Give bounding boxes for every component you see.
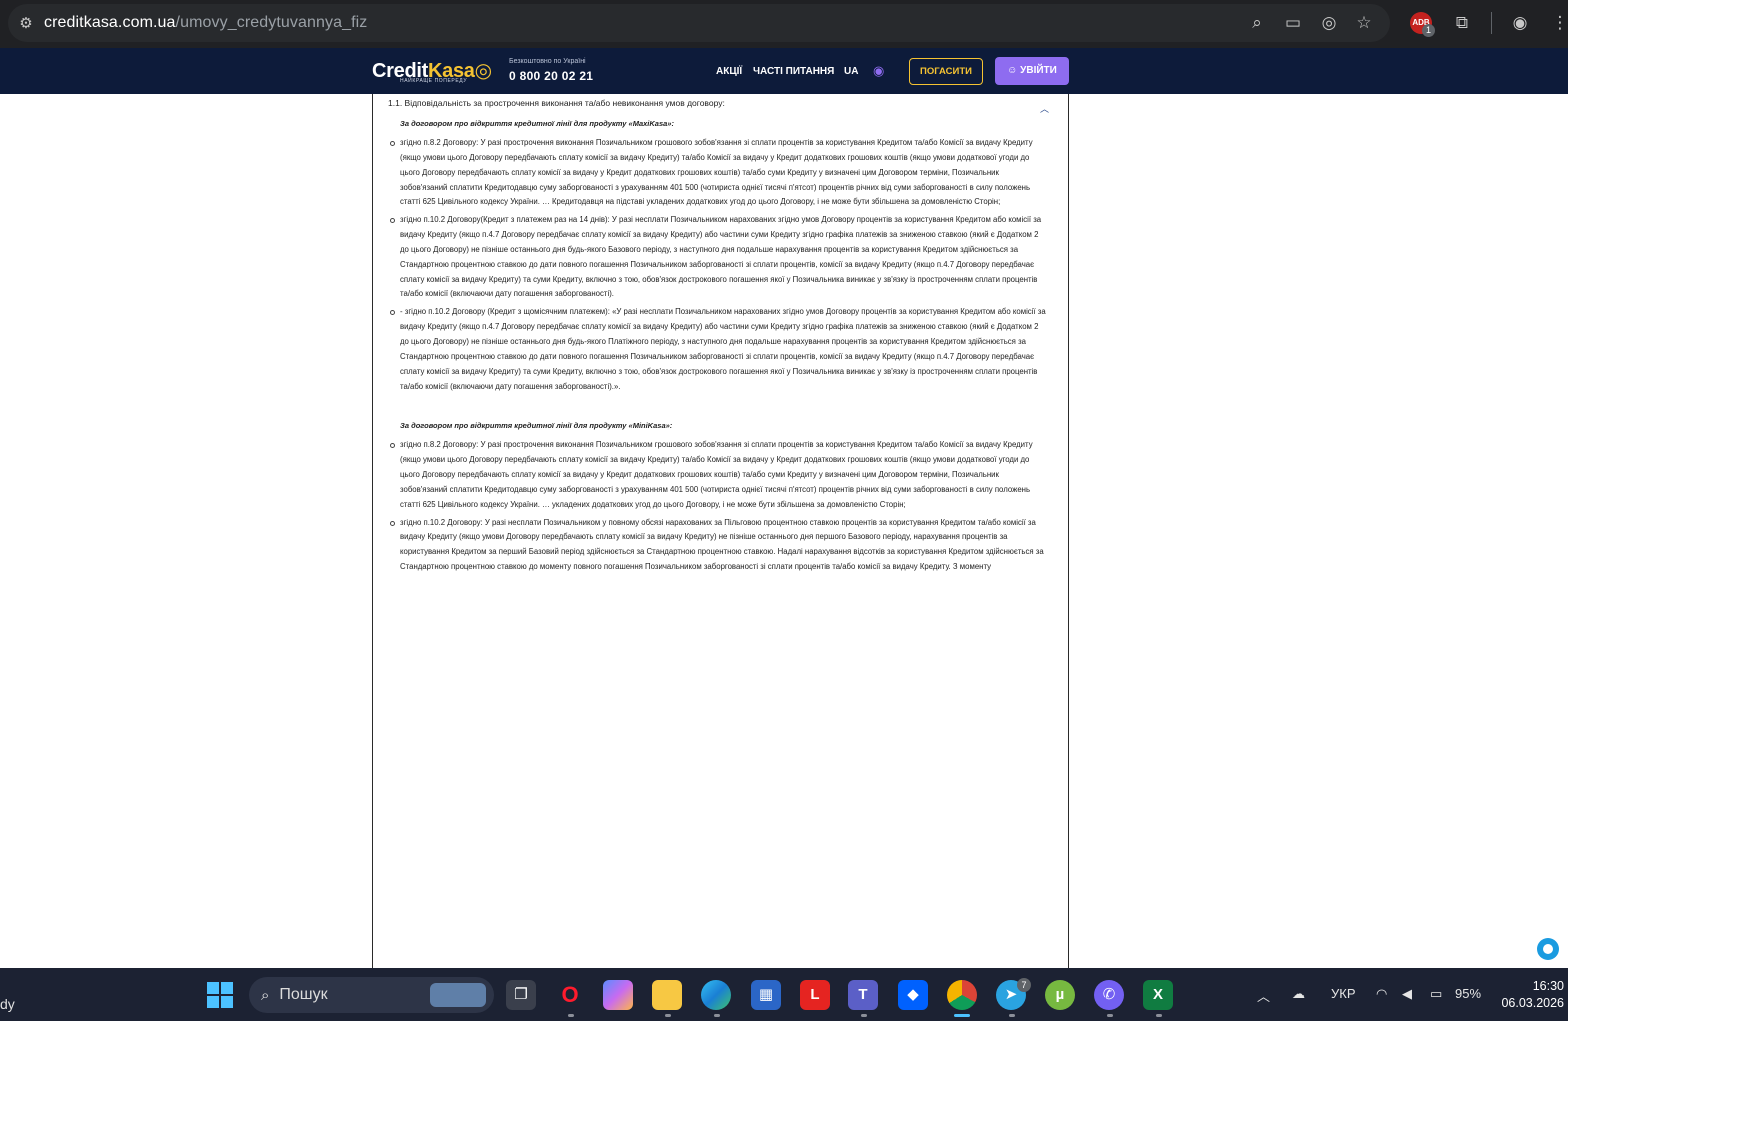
nav-promotions[interactable]: АКЦІЇ — [716, 66, 742, 77]
maxikasa-list: згідно п.8.2 Договору: У разі прострочен… — [388, 136, 1048, 394]
taskbar-indicator — [1009, 1014, 1015, 1017]
pay-button[interactable]: ПОГАСИТИ — [909, 58, 983, 85]
viber-icon[interactable]: ✆ — [1094, 980, 1124, 1010]
nav-faq[interactable]: ЧАСТІ ПИТАННЯ — [753, 66, 834, 77]
language-indicator[interactable]: УКР — [1331, 986, 1356, 1001]
volume-icon[interactable]: ◀ — [1402, 986, 1412, 1002]
phone-number[interactable]: 0 800 20 02 21 — [509, 69, 593, 83]
taskbar-indicator — [861, 1014, 867, 1017]
dropbox-icon[interactable]: ◆ — [898, 980, 928, 1010]
logo-tagline: НАЙКРАЩЕ ПОПЕРЕДУ — [400, 78, 468, 84]
battery-percent: 95% — [1455, 986, 1482, 1001]
utorrent-icon[interactable]: µ — [1045, 980, 1075, 1010]
chat-widget-icon[interactable] — [1537, 938, 1559, 960]
site-info-icon[interactable]: ⚙ — [8, 14, 44, 32]
taskbar-indicator — [568, 1014, 574, 1017]
teams-icon[interactable]: T — [848, 980, 878, 1010]
telegram-badge: 7 — [1017, 978, 1031, 992]
maxikasa-heading: За договором про відкриття кредитної лін… — [400, 119, 674, 128]
taskbar-indicator — [665, 1014, 671, 1017]
url-text[interactable]: creditkasa.com.ua/umovy_credytuvannya_fi… — [44, 14, 367, 32]
taskbar-indicator-active — [954, 1014, 970, 1017]
install-app-icon[interactable]: ▭ — [1281, 11, 1305, 35]
battery-icon[interactable]: ▭ — [1430, 986, 1442, 1002]
opera-icon[interactable]: O — [555, 980, 585, 1010]
taskbar-search[interactable]: ⌕ Пошук — [249, 977, 494, 1013]
excel-icon[interactable]: X — [1143, 980, 1173, 1010]
edge-icon[interactable] — [701, 980, 731, 1010]
browser-toolbar: ⚙ creditkasa.com.ua/umovy_credytuvannya_… — [0, 0, 1569, 48]
user-icon: ☺ — [1007, 65, 1021, 76]
list-item: згідно п.8.2 Договору: У разі прострочен… — [388, 136, 1048, 210]
profile-icon[interactable]: ◉ — [1508, 11, 1532, 35]
phone-label: Безкоштовно по Україні — [509, 58, 586, 65]
eye-slash-icon[interactable]: ◎ — [1317, 11, 1341, 35]
extension-badge-count: 1 — [1422, 24, 1435, 37]
store-icon[interactable]: ▦ — [751, 980, 781, 1010]
taskbar-left-text: dy — [0, 996, 15, 1012]
list-item: згідно п.10.2 Договору: У разі несплати … — [388, 516, 1048, 575]
task-view-icon[interactable]: ❐ — [506, 980, 536, 1010]
accessibility-eye-icon[interactable]: ◉ — [873, 64, 887, 78]
taskbar-indicator — [1107, 1014, 1113, 1017]
zoom-icon[interactable]: ⌕ — [1245, 11, 1269, 35]
minikasa-heading: За договором про відкриття кредитної лін… — [400, 421, 673, 431]
document-frame: ︿ 1.1. Відповідальність за прострочення … — [372, 94, 1069, 968]
minikasa-list: згідно п.8.2 Договору: У разі прострочен… — [388, 438, 1048, 575]
windows-start-icon[interactable] — [207, 982, 233, 1008]
taskbar-indicator — [1156, 1014, 1162, 1017]
list-item: - згідно п.10.2 Договору (Кредит з щоміс… — [388, 305, 1048, 394]
extensions-icon[interactable]: ⧉ — [1450, 11, 1474, 35]
l-app-icon[interactable]: L — [800, 980, 830, 1010]
clock[interactable]: 16:30 06.03.2026 — [1500, 978, 1564, 1012]
taskbar-indicator — [714, 1014, 720, 1017]
chrome-icon[interactable] — [947, 980, 977, 1010]
wifi-icon[interactable]: ◠ — [1376, 986, 1387, 1002]
menu-icon[interactable]: ⋮ — [1548, 11, 1572, 35]
star-icon[interactable]: ☆ — [1352, 11, 1376, 35]
list-item: згідно п.10.2 Договору(Кредит з платежем… — [388, 213, 1048, 302]
file-explorer-icon[interactable] — [652, 980, 682, 1010]
search-highlight-image — [430, 983, 486, 1007]
list-item: згідно п.8.2 Договору: У разі прострочен… — [388, 438, 1048, 512]
nav-language[interactable]: UA — [844, 66, 858, 77]
search-icon: ⌕ — [261, 986, 270, 1004]
chevron-up-icon[interactable]: ︿ — [1257, 986, 1270, 1005]
cloud-icon[interactable]: ☁ — [1292, 986, 1305, 1002]
address-bar[interactable]: ⚙ creditkasa.com.ua/umovy_credytuvannya_… — [8, 4, 1390, 42]
toolbar-divider — [1491, 12, 1492, 34]
section-title: 1.1. Відповідальність за прострочення ви… — [388, 98, 725, 108]
copilot-icon[interactable] — [603, 980, 633, 1010]
login-button[interactable]: ☺ УВІЙТИ — [995, 57, 1069, 85]
